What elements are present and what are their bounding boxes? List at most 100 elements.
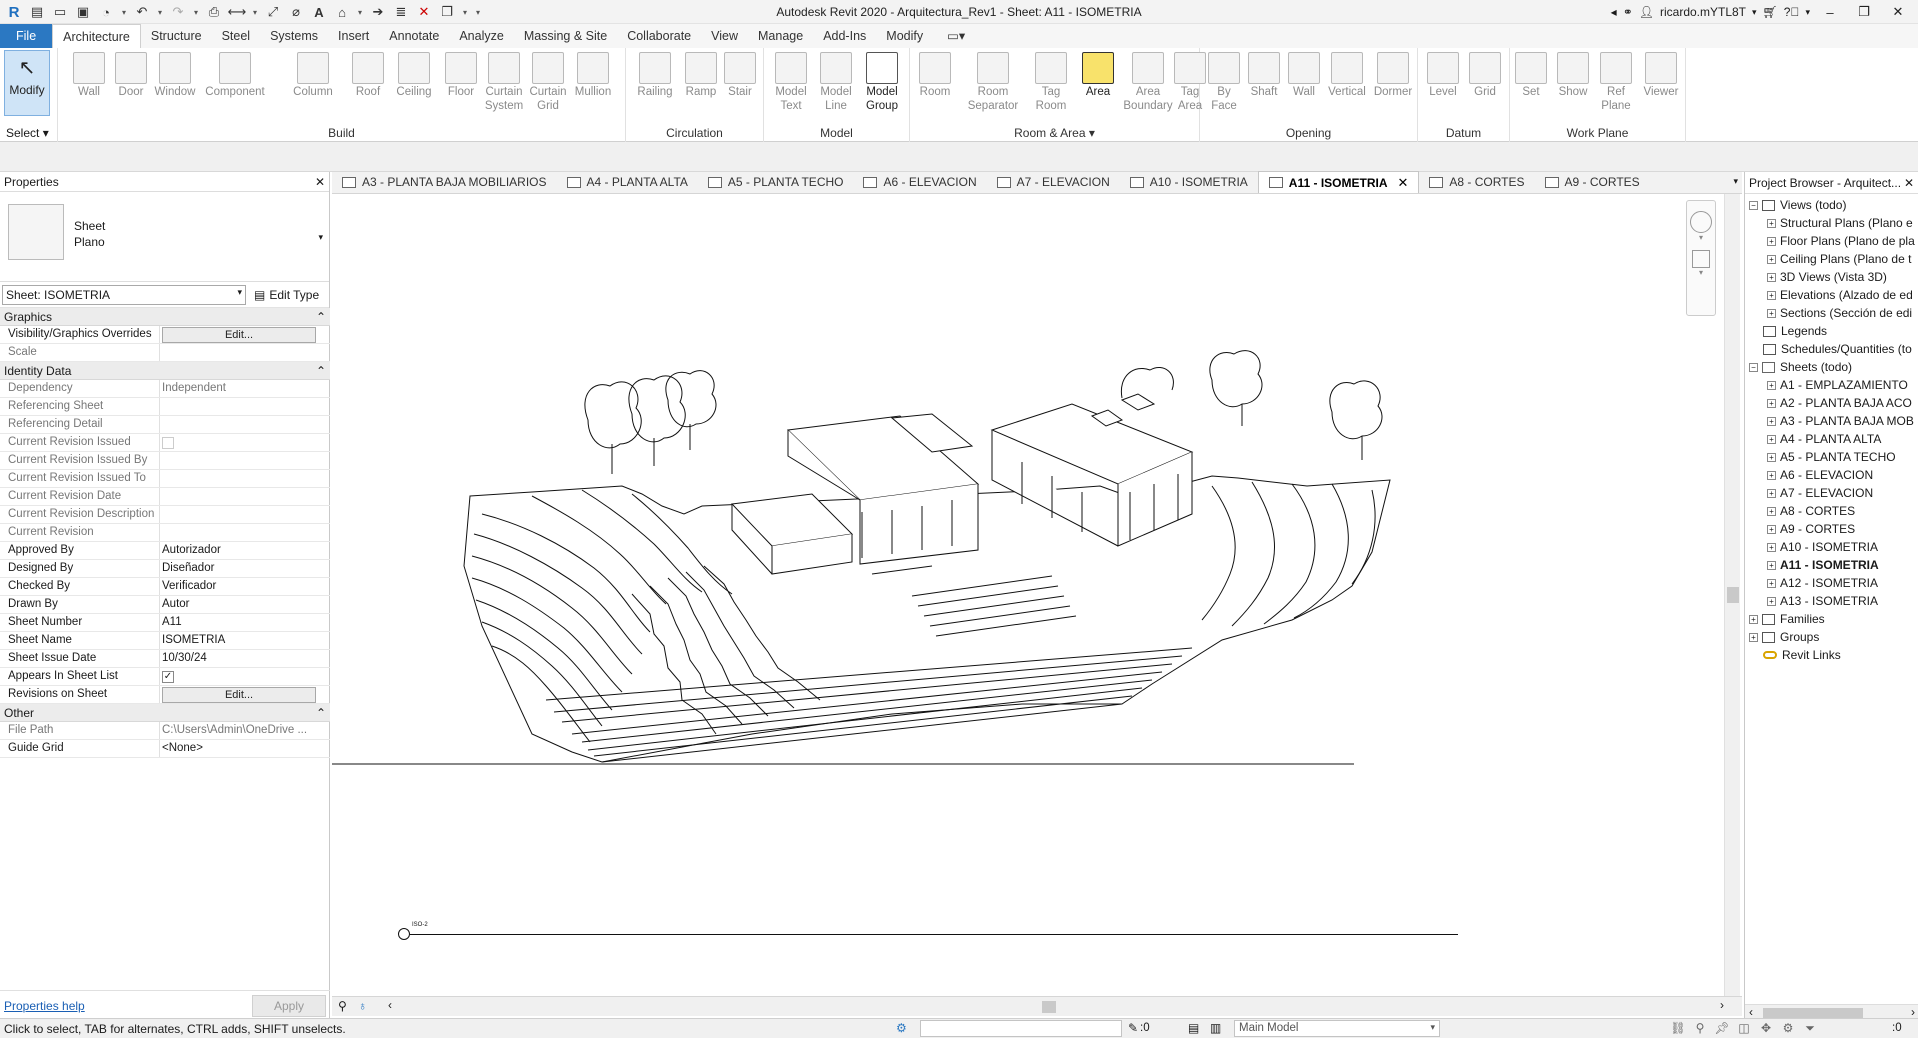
checked-by-value[interactable]: Verificador	[160, 578, 330, 595]
expand-icon[interactable]: +	[1767, 380, 1776, 390]
edit-type-button[interactable]: ▤ Edit Type	[254, 288, 319, 302]
tree-sheet[interactable]: + A13 - ISOMETRIA	[1745, 592, 1918, 610]
chevron-down-icon[interactable]: ▾	[250, 2, 260, 22]
text-icon[interactable]: A	[309, 2, 329, 22]
model-line-tool[interactable]: Model Line	[814, 52, 858, 113]
active-workset-dropdown[interactable]	[920, 1020, 1122, 1037]
sheet-control-icon[interactable]: ⚲	[338, 999, 347, 1013]
tree-item[interactable]: + Ceiling Plans (Plano de t	[1745, 250, 1918, 268]
type-selector[interactable]: Sheet Plano ▾	[0, 192, 329, 282]
switch-windows-icon[interactable]: ❐	[437, 2, 457, 22]
restore-icon[interactable]: ❐	[1850, 4, 1878, 20]
tree-sheet[interactable]: + A1 - EMPLAZAMIENTO	[1745, 376, 1918, 394]
thin-lines-icon[interactable]: ≣	[391, 2, 411, 22]
window-tool[interactable]: Window	[150, 52, 200, 99]
door-tool[interactable]: Door	[108, 52, 154, 99]
select-links-icon[interactable]: ⛓	[1670, 1021, 1686, 1036]
print-icon[interactable]: ⎙	[204, 2, 224, 22]
wall-tool[interactable]: Wall	[66, 52, 112, 99]
expand-icon[interactable]: +	[1767, 542, 1776, 552]
select-pinned-icon[interactable]: 📌︎	[1714, 1021, 1730, 1036]
cart-icon[interactable]: 🛒︎	[1763, 5, 1778, 19]
design-options-icon[interactable]: ▤	[1188, 1021, 1199, 1035]
drag-elements-icon[interactable]: ✥	[1758, 1021, 1774, 1036]
instance-selector[interactable]: Sheet: ISOMETRIA ▾	[2, 284, 246, 305]
apply-button[interactable]: Apply	[252, 994, 326, 1017]
user-icon[interactable]: 👤︎	[1639, 5, 1654, 19]
modify-button[interactable]: ↖ Modify	[4, 50, 50, 116]
tab-analyze[interactable]: Analyze	[449, 24, 513, 48]
horizontal-scroll-thumb[interactable]	[1042, 1001, 1056, 1013]
scroll-thumb[interactable]	[1763, 1008, 1863, 1018]
tree-sheet[interactable]: + A12 - ISOMETRIA	[1745, 574, 1918, 592]
chevron-down-icon[interactable]: ▾	[1687, 233, 1715, 242]
ref-plane-tool[interactable]: Ref Plane	[1594, 52, 1638, 113]
grid-tool[interactable]: Grid	[1464, 52, 1506, 99]
editable-only-icon[interactable]: ✎	[1128, 1021, 1138, 1035]
revisions-edit-button[interactable]: Edit...	[162, 687, 316, 703]
user-name[interactable]: ricardo.mYTL8T	[1660, 5, 1746, 19]
help-icon[interactable]: ?⃝	[1784, 5, 1800, 19]
tag-icon[interactable]: ⌀	[286, 2, 306, 22]
vertical-scrollbar[interactable]	[1724, 194, 1740, 996]
collapse-icon[interactable]: −	[1749, 362, 1758, 372]
mullion-tool[interactable]: Mullion	[570, 52, 616, 99]
sheet-number-value[interactable]: A11	[160, 614, 330, 631]
scale-value[interactable]	[160, 344, 330, 361]
roof-tool[interactable]: Roof	[348, 52, 388, 99]
expand-icon[interactable]: +	[1767, 308, 1776, 318]
save-icon[interactable]: ▣	[73, 2, 93, 22]
chevron-down-icon[interactable]: ▾	[119, 2, 129, 22]
tab-architecture[interactable]: Architecture	[52, 24, 141, 48]
close-icon[interactable]: ✕	[315, 175, 325, 189]
tree-schedules[interactable]: Schedules/Quantities (to	[1745, 340, 1918, 358]
background-process-icon[interactable]: ⚙	[1780, 1021, 1796, 1036]
home-icon[interactable]: ▤	[27, 2, 47, 22]
tree-item[interactable]: + Sections (Sección de edi	[1745, 304, 1918, 322]
vis-overrides-edit-button[interactable]: Edit...	[162, 327, 316, 343]
by-face-tool[interactable]: By Face	[1204, 52, 1244, 113]
expand-icon[interactable]: +	[1767, 506, 1776, 516]
tree-sheet[interactable]: + A2 - PLANTA BAJA ACO	[1745, 394, 1918, 412]
tab-view[interactable]: View	[701, 24, 748, 48]
tree-legends[interactable]: Legends	[1745, 322, 1918, 340]
tree-sheets-root[interactable]: − Sheets (todo)	[1745, 358, 1918, 376]
tree-sheet[interactable]: + A10 - ISOMETRIA	[1745, 538, 1918, 556]
aligned-dimension-icon[interactable]: ⤢	[263, 2, 283, 22]
tab-annotate[interactable]: Annotate	[379, 24, 449, 48]
view-tab[interactable]: A5 - PLANTA TECHO	[698, 171, 854, 193]
view-tab[interactable]: A7 - ELEVACION	[987, 171, 1120, 193]
tab-collaborate[interactable]: Collaborate	[617, 24, 701, 48]
close-icon[interactable]: ✕	[1884, 4, 1912, 20]
select-underlay-icon[interactable]: ⚲	[1692, 1021, 1708, 1036]
undo-icon[interactable]: ↶	[132, 2, 152, 22]
scroll-right-icon[interactable]: ›	[1720, 998, 1724, 1012]
model-group-tool[interactable]: Model Group	[858, 52, 906, 113]
tag-room-tool[interactable]: Tag Room	[1026, 52, 1076, 113]
tab-steel[interactable]: Steel	[212, 24, 261, 48]
sync-icon[interactable]: ◔	[96, 2, 116, 22]
view-tab[interactable]: A10 - ISOMETRIA	[1120, 171, 1258, 193]
worksets-icon[interactable]: ⚙	[896, 1021, 907, 1035]
panel-display-toggle[interactable]: ▭▾	[933, 24, 979, 48]
stair-tool[interactable]: Stair	[720, 52, 760, 99]
chevron-down-icon[interactable]: ▾	[155, 2, 165, 22]
tree-sheet-active[interactable]: + A11 - ISOMETRIA	[1745, 556, 1918, 574]
expand-icon[interactable]: +	[1767, 218, 1776, 228]
expand-icon[interactable]: +	[1767, 596, 1776, 606]
filter-icon[interactable]: ⏷	[1802, 1021, 1818, 1036]
customize-qat-icon[interactable]: ▾	[473, 2, 483, 22]
expand-icon[interactable]: +	[1767, 272, 1776, 282]
redo-icon[interactable]: ↷	[168, 2, 188, 22]
guide-grid-value[interactable]: <None>	[160, 740, 330, 757]
expand-icon[interactable]: +	[1767, 290, 1776, 300]
view-tab[interactable]: A4 - PLANTA ALTA	[557, 171, 698, 193]
reveal-hidden-icon[interactable]: ♁	[358, 999, 367, 1013]
view-tab-active[interactable]: A11 - ISOMETRIA ✕	[1257, 171, 1420, 193]
dormer-tool[interactable]: Dormer	[1370, 52, 1416, 99]
revit-logo-icon[interactable]: R	[4, 2, 24, 22]
tab-structure[interactable]: Structure	[141, 24, 212, 48]
back-arrow-icon[interactable]: ◂	[1611, 5, 1617, 19]
area-boundary-tool[interactable]: Area Boundary	[1122, 52, 1174, 113]
view-tab[interactable]: A9 - CORTES	[1535, 171, 1650, 193]
